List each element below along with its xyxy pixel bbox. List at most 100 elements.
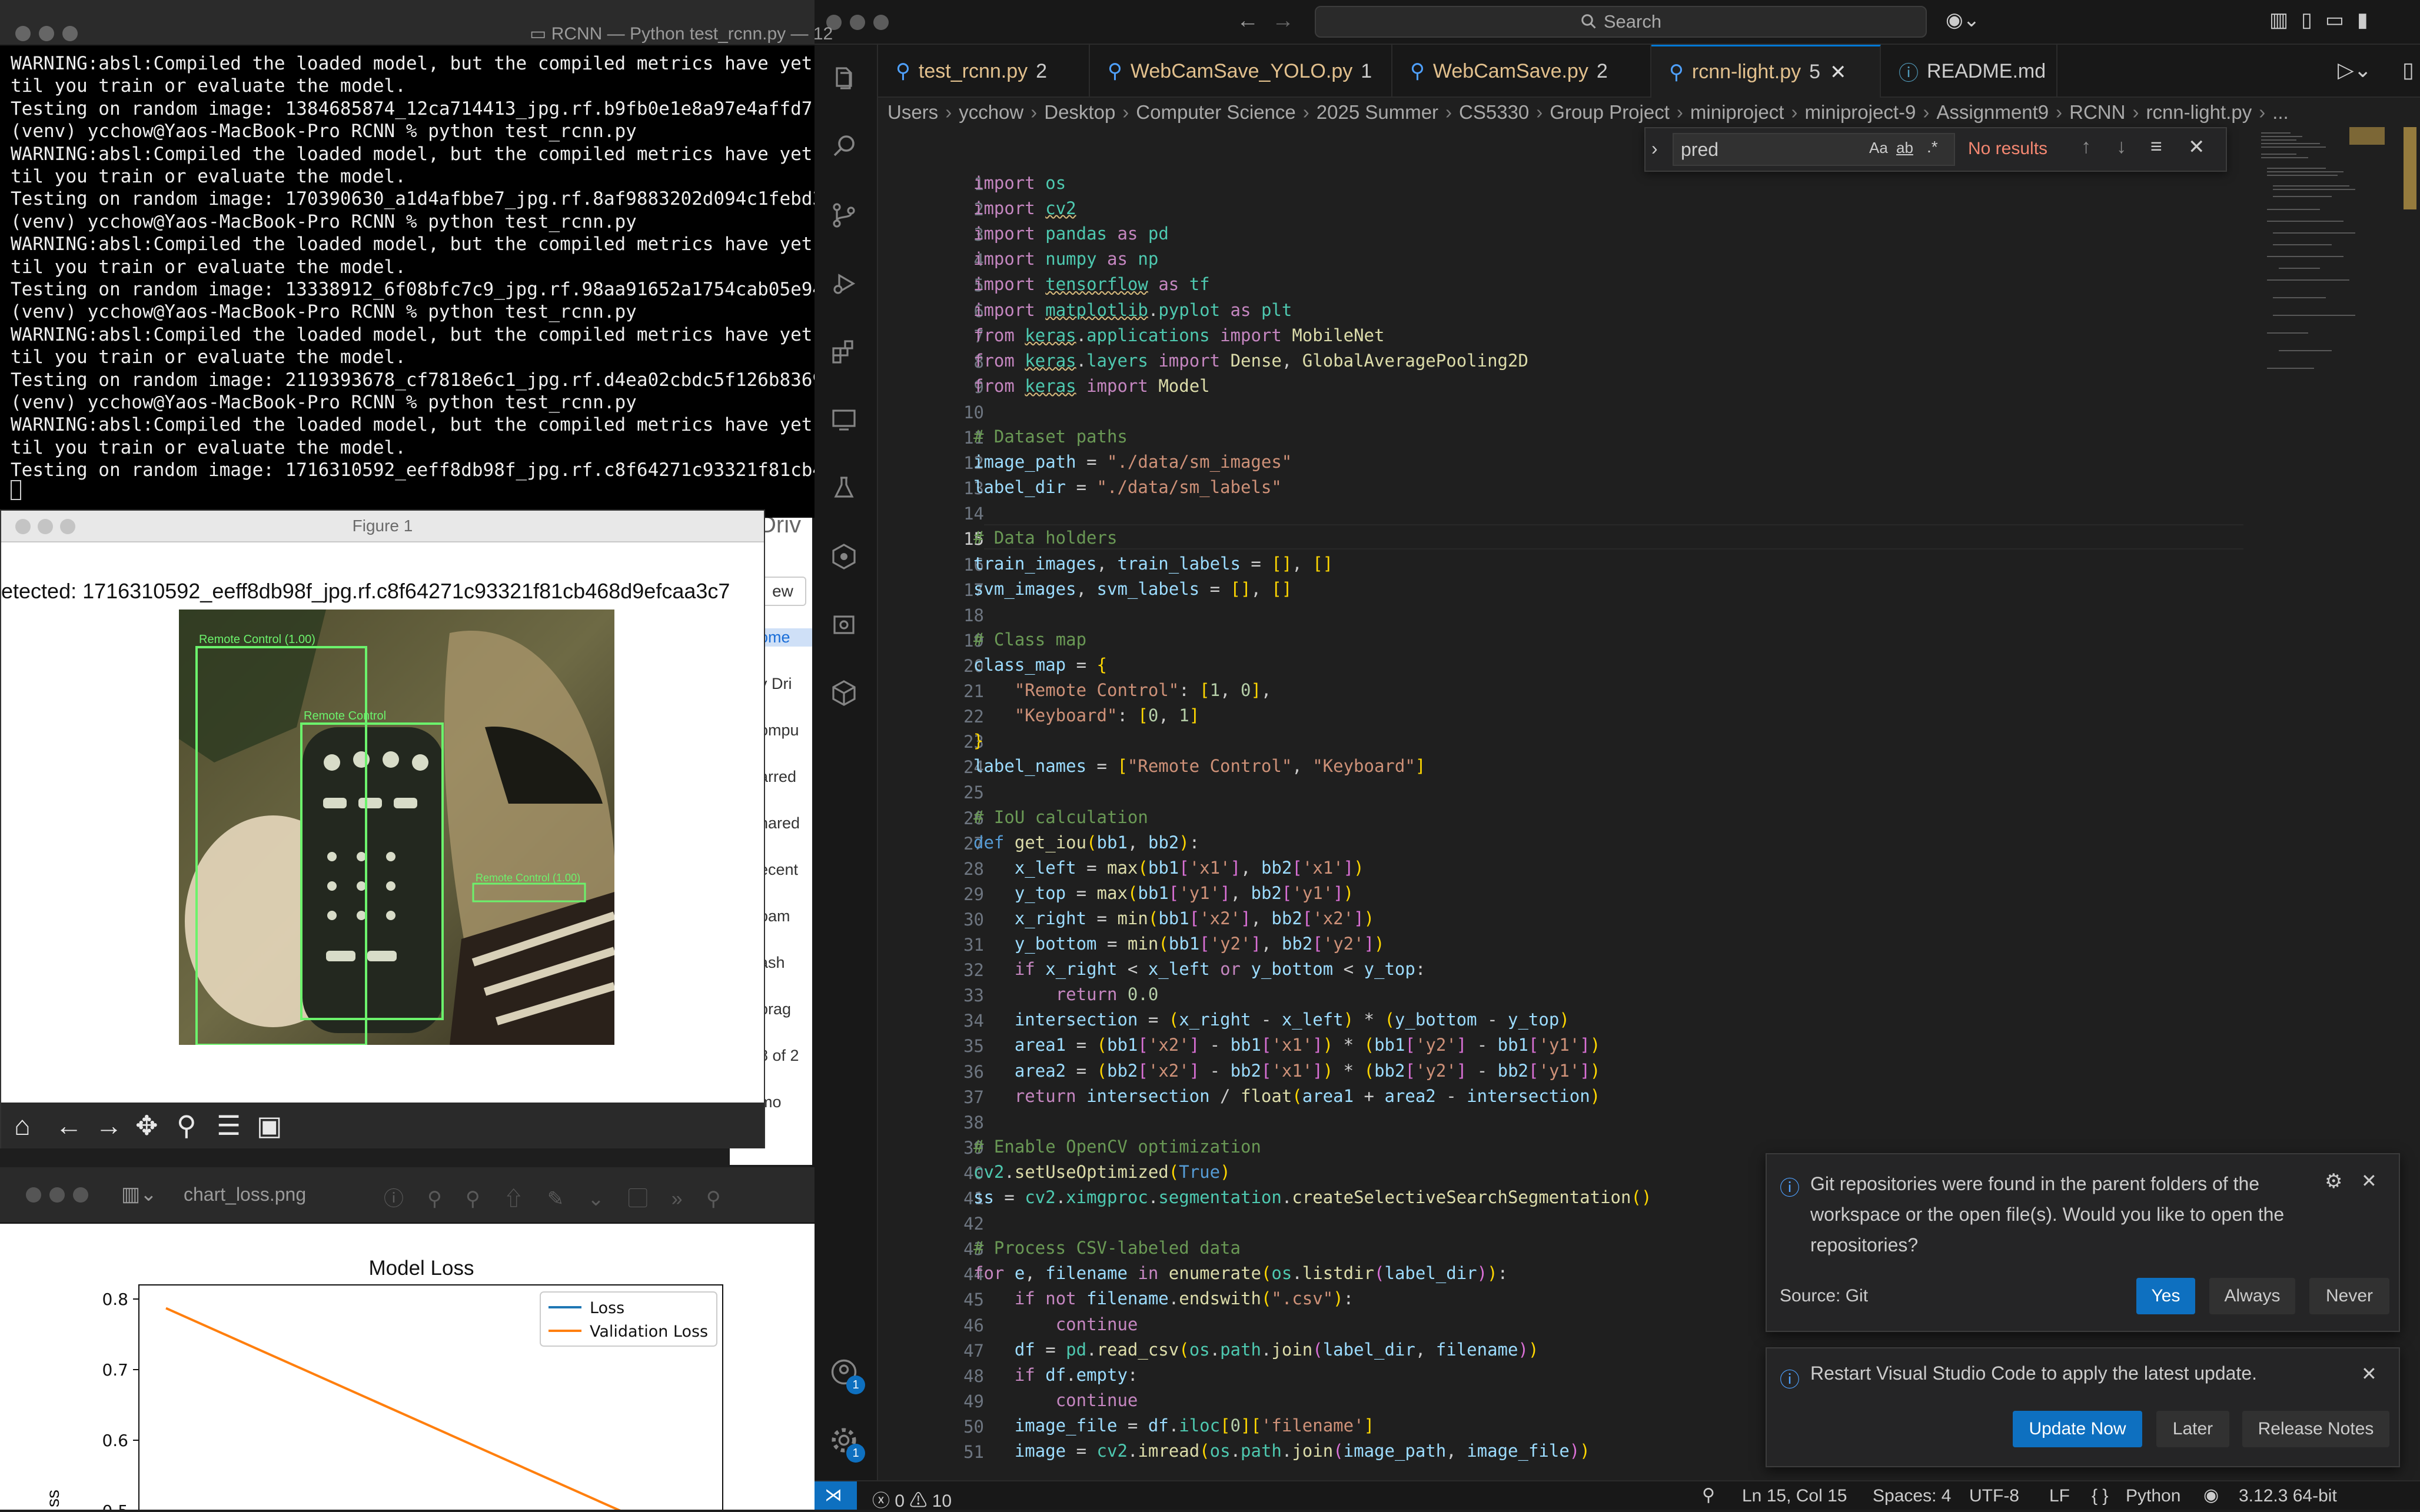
line-number: 21 — [963, 681, 984, 701]
release-notes-button[interactable]: Release Notes — [2242, 1411, 2389, 1447]
zoom-window-button[interactable] — [873, 15, 889, 30]
code-line: label_dir = "./data/sm_labels" — [973, 477, 1282, 498]
tab-test-rcnn[interactable]: ⚲ test_rcnn.py 2 — [878, 45, 1090, 98]
indentation[interactable]: Spaces: 4 — [1873, 1486, 1951, 1506]
copilot-status-icon[interactable]: ◉ — [2203, 1485, 2219, 1506]
tab-webcamsave[interactable]: ⚲ WebCamSave.py 2 — [1392, 45, 1651, 98]
finder-view-button[interactable]: ew — [759, 577, 806, 606]
split-editor-icon[interactable]: ▯ ··· — [2402, 58, 2420, 82]
vscode-titlebar: ← → Search ◉⌄ ▥▯▭▮ — [810, 0, 2420, 45]
zoom-window-button[interactable] — [62, 26, 78, 41]
minimize-window-button[interactable] — [49, 1187, 65, 1203]
source-control-icon[interactable] — [823, 194, 865, 237]
code-line: image_path = "./data/sm_images" — [973, 452, 1292, 472]
loss-chart: Model Loss 0.80.70.60.5LossValidation Lo… — [44, 1226, 798, 1510]
close-notification-icon[interactable]: ✕ — [2361, 1170, 2377, 1192]
line-number: 4 — [973, 250, 984, 271]
figure-title: Figure 1 — [352, 517, 413, 535]
match-whole-word-toggle[interactable]: ab — [1896, 139, 1913, 157]
breadcrumb-item[interactable]: Users — [887, 101, 938, 124]
search-view-icon[interactable] — [823, 126, 865, 168]
terminal-line: WARNING:absl:Compiled the loaded model, … — [11, 324, 813, 345]
problems-indicator[interactable]: ⓧ 0 ⚠ 10 — [872, 1486, 952, 1512]
match-case-toggle[interactable]: Aa — [1869, 139, 1888, 157]
breadcrumb-item[interactable]: CS5330 — [1459, 101, 1529, 124]
save-figure-icon[interactable]: ▣ — [257, 1110, 282, 1141]
home-icon[interactable]: ⌂ — [14, 1110, 31, 1141]
zoom-icon[interactable]: ⚲ — [177, 1110, 197, 1141]
breadcrumb-item[interactable]: 2025 Summer — [1317, 101, 1438, 124]
copilot-icon[interactable]: ◉⌄ — [1946, 8, 1980, 32]
previous-match-icon[interactable]: ↑ — [2081, 135, 2091, 158]
encoding[interactable]: UTF-8 — [1969, 1486, 2019, 1506]
breadcrumb-item[interactable]: miniproject — [1690, 101, 1784, 124]
finder-sidebar-item[interactable]: ompu — [759, 721, 799, 740]
update-now-button[interactable]: Update Now — [2013, 1411, 2142, 1447]
extensions-icon[interactable] — [823, 331, 865, 373]
minimize-window-button[interactable] — [39, 26, 54, 41]
close-find-icon[interactable]: ✕ — [2188, 135, 2205, 159]
breadcrumb-item[interactable]: Computer Science — [1136, 101, 1295, 124]
layout-toggle-icons[interactable]: ▥▯▭▮ — [2269, 8, 2381, 32]
yes-button[interactable]: Yes — [2136, 1278, 2195, 1314]
python-interpreter[interactable]: 3.12.3 64-bit — [2239, 1486, 2337, 1506]
minimap[interactable] — [2255, 127, 2387, 421]
explorer-icon[interactable] — [823, 58, 865, 100]
run-file-icon[interactable]: ▷⌄ — [2338, 58, 2372, 82]
tab-webcamsave-yolo[interactable]: ⚲ WebCamSave_YOLO.py 1 — [1090, 45, 1392, 98]
terminal-output[interactable]: WARNING:absl:Compiled the loaded model, … — [0, 53, 815, 506]
close-window-button[interactable] — [26, 1187, 41, 1203]
notification-gear-icon[interactable]: ⚙ — [2325, 1170, 2342, 1193]
preview-toolbar-icons[interactable]: ⓘ⚲⚲⇧✎⌄▢»⚲ — [384, 1183, 744, 1211]
pan-icon[interactable]: ✥ — [135, 1110, 158, 1141]
always-button[interactable]: Always — [2209, 1278, 2295, 1314]
run-debug-icon[interactable] — [823, 262, 865, 305]
breadcrumb-item[interactable]: Group Project — [1550, 101, 1670, 124]
minimize-window-button[interactable] — [850, 15, 865, 30]
end-of-line[interactable]: LF — [2049, 1486, 2070, 1506]
back-arrow-icon[interactable]: ← — [1236, 8, 1259, 34]
forward-arrow-icon[interactable]: → — [1272, 8, 1294, 34]
regex-toggle-icon[interactable]: .* — [1927, 138, 1938, 156]
y-tick-label: 0.8 — [102, 1290, 128, 1309]
docker-icon[interactable] — [823, 604, 865, 646]
back-icon[interactable]: ← — [55, 1110, 82, 1141]
breadcrumb-item[interactable]: ycchow — [959, 101, 1023, 124]
kubernetes-icon[interactable] — [823, 535, 865, 578]
testing-flask-icon[interactable] — [823, 467, 865, 509]
finder-sidebar-item[interactable]: ome — [759, 628, 812, 647]
forward-icon[interactable]: → — [95, 1110, 122, 1141]
breadcrumb-item[interactable]: miniproject-9 — [1804, 101, 1916, 124]
next-match-icon[interactable]: ↓ — [2116, 135, 2126, 158]
container-box-icon[interactable] — [823, 672, 865, 714]
close-window-button[interactable] — [15, 26, 31, 41]
breadcrumb-item[interactable]: Desktop — [1044, 101, 1115, 124]
terminal-line: (venv) ycchow@Yaos-MacBook-Pro RCNN % py… — [11, 211, 637, 232]
later-button[interactable]: Later — [2156, 1411, 2229, 1447]
zoom-icon[interactable]: ⚲ — [1702, 1485, 1715, 1506]
cursor-position[interactable]: Ln 15, Col 15 — [1742, 1486, 1847, 1506]
language-mode[interactable]: Python — [2126, 1486, 2180, 1506]
find-in-selection-icon[interactable]: ≡ — [2150, 135, 2162, 158]
finder-sidebar-item[interactable]: hared — [759, 814, 800, 832]
command-center-search[interactable]: Search — [1315, 6, 1927, 38]
tab-readme[interactable]: ⓘ README.md — [1881, 45, 2057, 98]
line-number: 1 — [973, 174, 984, 194]
breadcrumb-item[interactable]: rcnn-light.py — [2146, 101, 2252, 124]
terminal-window: ▭ RCNN — Python test_rcnn.py — 12 WARNIN… — [0, 0, 833, 518]
breadcrumb-item[interactable]: ... — [2272, 101, 2289, 124]
close-notification-icon[interactable]: ✕ — [2361, 1363, 2377, 1385]
toggle-replace-chevron-icon[interactable]: › — [1651, 138, 1658, 159]
tab-rcnn-light-active[interactable]: ⚲ rcnn-light.py 5 ✕ — [1651, 45, 1881, 98]
close-tab-icon[interactable]: ✕ — [1830, 61, 1847, 84]
finder-sidebar-item[interactable]: 8 of 2 — [759, 1047, 799, 1065]
remote-explorer-icon[interactable] — [823, 399, 865, 441]
zoom-window-button[interactable] — [73, 1187, 88, 1203]
configure-subplots-icon[interactable]: ☰ — [217, 1110, 241, 1141]
sidebar-toggle-icon[interactable]: ▥⌄ — [121, 1183, 157, 1206]
breadcrumb-item[interactable]: RCNN — [2069, 101, 2125, 124]
remote-indicator-icon[interactable]: ⋊ — [810, 1481, 857, 1510]
breadcrumb-separator: › — [1676, 101, 1683, 123]
never-button[interactable]: Never — [2309, 1278, 2389, 1314]
breadcrumb-item[interactable]: Assignment9 — [1936, 101, 2049, 124]
